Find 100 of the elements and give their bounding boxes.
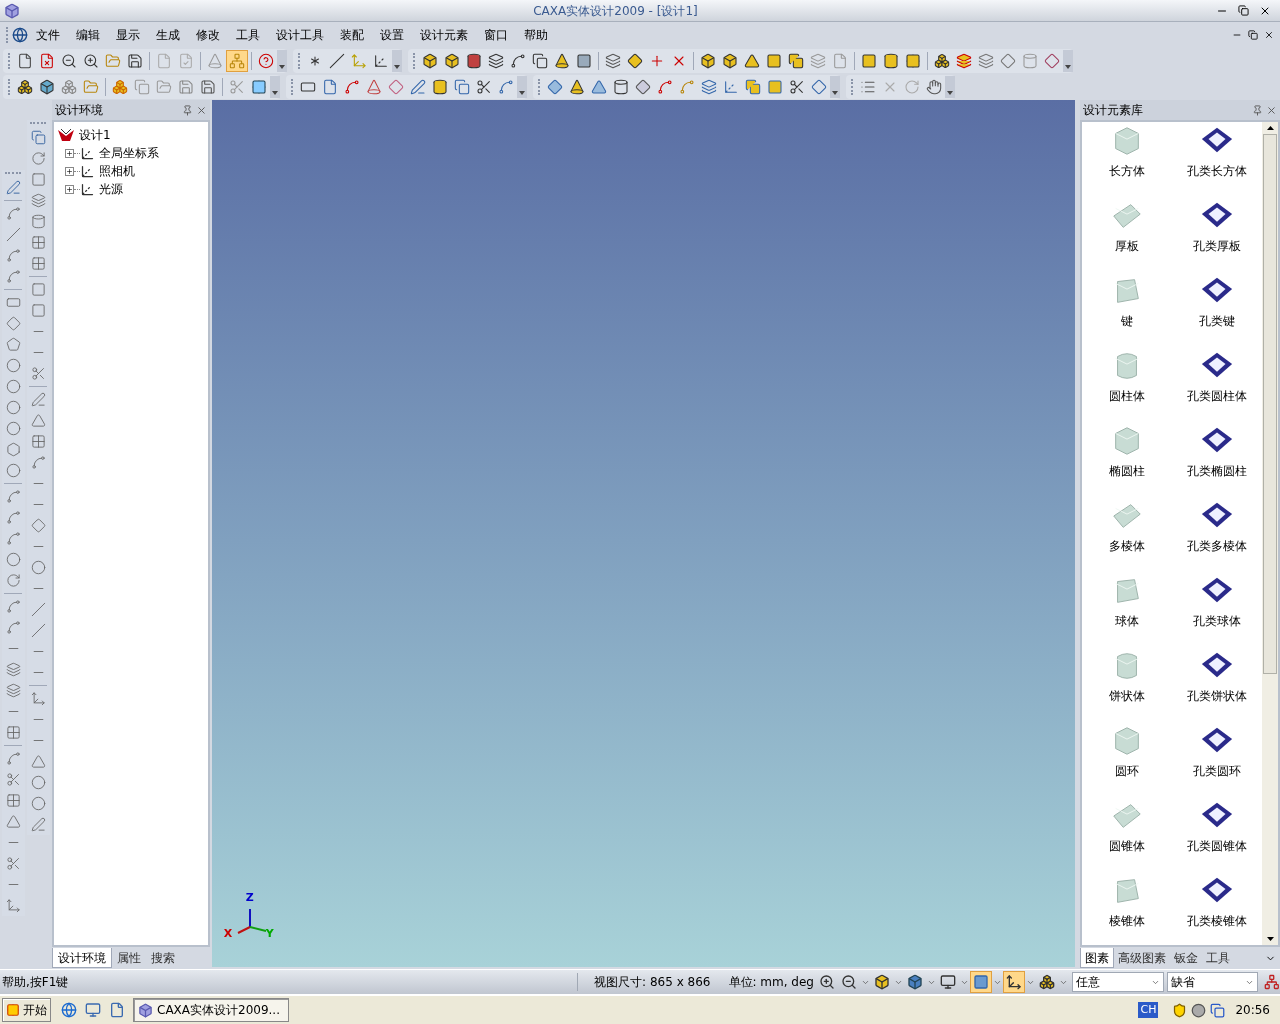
layers-icon[interactable] xyxy=(605,53,621,69)
drawing-tool-icon[interactable] xyxy=(30,455,46,470)
toolbar-options-icon[interactable] xyxy=(270,76,280,98)
expand-toggle[interactable] xyxy=(64,184,74,194)
toolbar-options-icon[interactable] xyxy=(1063,50,1073,72)
drawing-tool-icon[interactable] xyxy=(30,392,46,407)
panel-tab[interactable]: 工具 xyxy=(1202,948,1235,968)
curve-icon[interactable] xyxy=(510,53,526,69)
menu-item[interactable]: 显示 xyxy=(108,26,148,44)
copy-icon[interactable] xyxy=(454,79,470,95)
element-label[interactable]: 孔类棱锥体 xyxy=(1187,912,1248,930)
move-icon[interactable] xyxy=(351,53,367,69)
drawing-tool-icon[interactable] xyxy=(30,413,46,428)
drawing-tool-icon[interactable] xyxy=(5,552,21,567)
drawing-tool-icon[interactable] xyxy=(5,489,21,504)
drawing-tool-icon[interactable] xyxy=(30,796,46,811)
drawing-tool-icon[interactable] xyxy=(5,463,21,478)
scroll-up-arrow-icon[interactable] xyxy=(1266,126,1274,130)
cubes-icon[interactable] xyxy=(934,53,950,69)
square-icon[interactable] xyxy=(766,53,782,69)
diamond-icon[interactable] xyxy=(1044,53,1060,69)
square-icon[interactable] xyxy=(576,53,592,69)
document-menu-icon[interactable] xyxy=(12,27,28,43)
drawing-tool-icon[interactable] xyxy=(5,316,21,331)
drawing-tool-icon[interactable] xyxy=(30,560,46,575)
browser-icon[interactable] xyxy=(61,1002,77,1018)
drawing-tool-icon[interactable] xyxy=(5,400,21,415)
pen-icon[interactable] xyxy=(410,79,426,95)
axes-icon[interactable] xyxy=(723,79,739,95)
diamond-icon[interactable] xyxy=(627,53,643,69)
element-label[interactable]: 孔类球体 xyxy=(1193,612,1242,630)
drawing-tool-icon[interactable] xyxy=(30,151,46,166)
scrollbar[interactable] xyxy=(1262,122,1278,945)
drawing-tool-icon[interactable] xyxy=(5,573,21,588)
drawing-tool-icon[interactable] xyxy=(5,599,21,614)
drawing-tool-icon[interactable] xyxy=(30,754,46,769)
tree-item-label[interactable]: 光源 xyxy=(98,180,123,198)
drawing-tool-icon[interactable] xyxy=(30,235,46,250)
square-icon[interactable] xyxy=(861,53,877,69)
menu-item[interactable]: 生成 xyxy=(148,26,188,44)
cube-icon[interactable] xyxy=(39,79,55,95)
shield-icon[interactable] xyxy=(1172,1002,1188,1018)
drawing-tool-icon[interactable] xyxy=(5,751,21,766)
drawing-tool-icon[interactable] xyxy=(5,620,21,635)
menu-item[interactable]: 设置 xyxy=(372,26,412,44)
element-label[interactable]: 孔类长方体 xyxy=(1187,162,1248,180)
element-label[interactable]: 圆环 xyxy=(1115,762,1140,780)
curve-icon[interactable] xyxy=(657,79,673,95)
cube-icon[interactable] xyxy=(722,53,738,69)
save-icon[interactable] xyxy=(200,79,216,95)
element-label[interactable]: 孔类饼状体 xyxy=(1187,687,1248,705)
drawing-tool-icon[interactable] xyxy=(30,282,46,297)
drawing-tool-icon[interactable] xyxy=(30,256,46,271)
menu-item[interactable]: 修改 xyxy=(188,26,228,44)
square-icon[interactable] xyxy=(767,79,783,95)
drawing-tool-icon[interactable] xyxy=(5,180,21,195)
folder-icon[interactable] xyxy=(156,79,172,95)
drawing-tool-icon[interactable] xyxy=(30,366,46,381)
dropdown[interactable]: 缺省 xyxy=(1166,972,1259,992)
tree-item-label[interactable]: 设计1 xyxy=(78,126,111,144)
drawing-tool-icon[interactable] xyxy=(5,772,21,787)
curve-icon[interactable] xyxy=(498,79,514,95)
drawing-tool-icon[interactable] xyxy=(30,691,46,706)
drawing-tool-icon[interactable] xyxy=(5,856,21,871)
element-label[interactable]: 圆锥体 xyxy=(1109,837,1146,855)
panel-tab[interactable]: 设计环境 xyxy=(51,948,112,968)
element-label[interactable]: 多棱体 xyxy=(1109,537,1146,555)
tree-item-label[interactable]: 全局坐标系 xyxy=(98,144,159,162)
restore-icon[interactable] xyxy=(1238,5,1249,16)
drawing-tool-icon[interactable] xyxy=(5,442,21,457)
element-label[interactable]: 孔类键 xyxy=(1199,312,1236,330)
drawing-tool-icon[interactable] xyxy=(5,206,21,221)
diamond-icon[interactable] xyxy=(547,79,563,95)
list-icon[interactable] xyxy=(860,79,876,95)
element-label[interactable]: 圆柱体 xyxy=(1109,387,1146,405)
drawing-tool-icon[interactable] xyxy=(5,683,21,698)
drawing-tool-icon[interactable] xyxy=(5,379,21,394)
drawing-tool-icon[interactable] xyxy=(30,193,46,208)
start-button[interactable]: 开始 xyxy=(2,998,51,1022)
drawing-tool-icon[interactable] xyxy=(30,214,46,229)
menu-item[interactable]: 装配 xyxy=(332,26,372,44)
drawing-tool-icon[interactable] xyxy=(30,602,46,617)
line-icon[interactable] xyxy=(329,53,345,69)
drawing-tool-icon[interactable] xyxy=(5,531,21,546)
cube-icon[interactable] xyxy=(700,53,716,69)
copy-icon[interactable] xyxy=(745,79,761,95)
element-label[interactable]: 键 xyxy=(1121,312,1134,330)
element-label[interactable]: 厚板 xyxy=(1115,237,1140,255)
drawing-tool-icon[interactable] xyxy=(5,662,21,677)
drawing-tool-icon[interactable] xyxy=(5,421,21,436)
plus-icon[interactable] xyxy=(649,53,665,69)
cone-icon[interactable] xyxy=(569,79,585,95)
pin-icon[interactable] xyxy=(181,104,193,116)
toolbar-options-icon[interactable] xyxy=(277,50,287,72)
drawing-tool-icon[interactable] xyxy=(5,295,21,310)
panel-tab[interactable]: 搜索 xyxy=(145,948,180,968)
drawing-tool-icon[interactable] xyxy=(5,248,21,263)
panel-tab[interactable]: 图素 xyxy=(1080,948,1115,968)
drawing-tool-icon[interactable] xyxy=(5,337,21,352)
toolbar-options-icon[interactable] xyxy=(830,76,840,98)
